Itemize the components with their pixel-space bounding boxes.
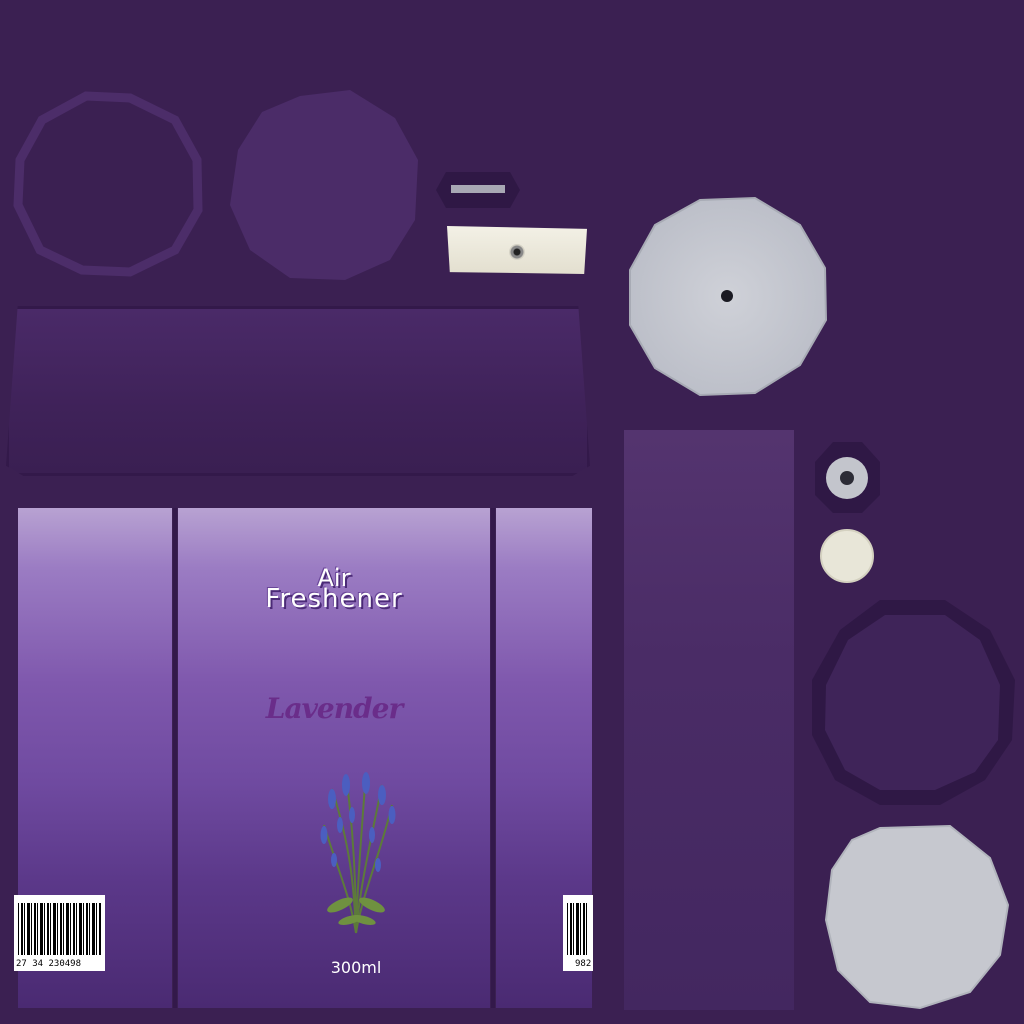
barcode-icon: 982 bbox=[563, 895, 593, 971]
barcode-number: 27 34 230498 bbox=[16, 959, 82, 969]
volume-label: 300ml bbox=[330, 958, 382, 977]
barcode-icon: 27 34 230498 bbox=[14, 895, 105, 971]
texture-atlas: Air Freshener Lavender 300ml 27 34 23049… bbox=[0, 0, 1024, 1024]
barcode-bars bbox=[567, 903, 589, 955]
product-title-line2: Freshener bbox=[265, 584, 403, 614]
label-seam bbox=[491, 508, 495, 1008]
flavor-name: Lavender bbox=[265, 692, 403, 725]
barcode-bars bbox=[18, 903, 101, 955]
barcode-number: 982 bbox=[575, 959, 592, 969]
label-seam bbox=[173, 508, 177, 1008]
lavender-sprig-icon bbox=[320, 772, 396, 934]
